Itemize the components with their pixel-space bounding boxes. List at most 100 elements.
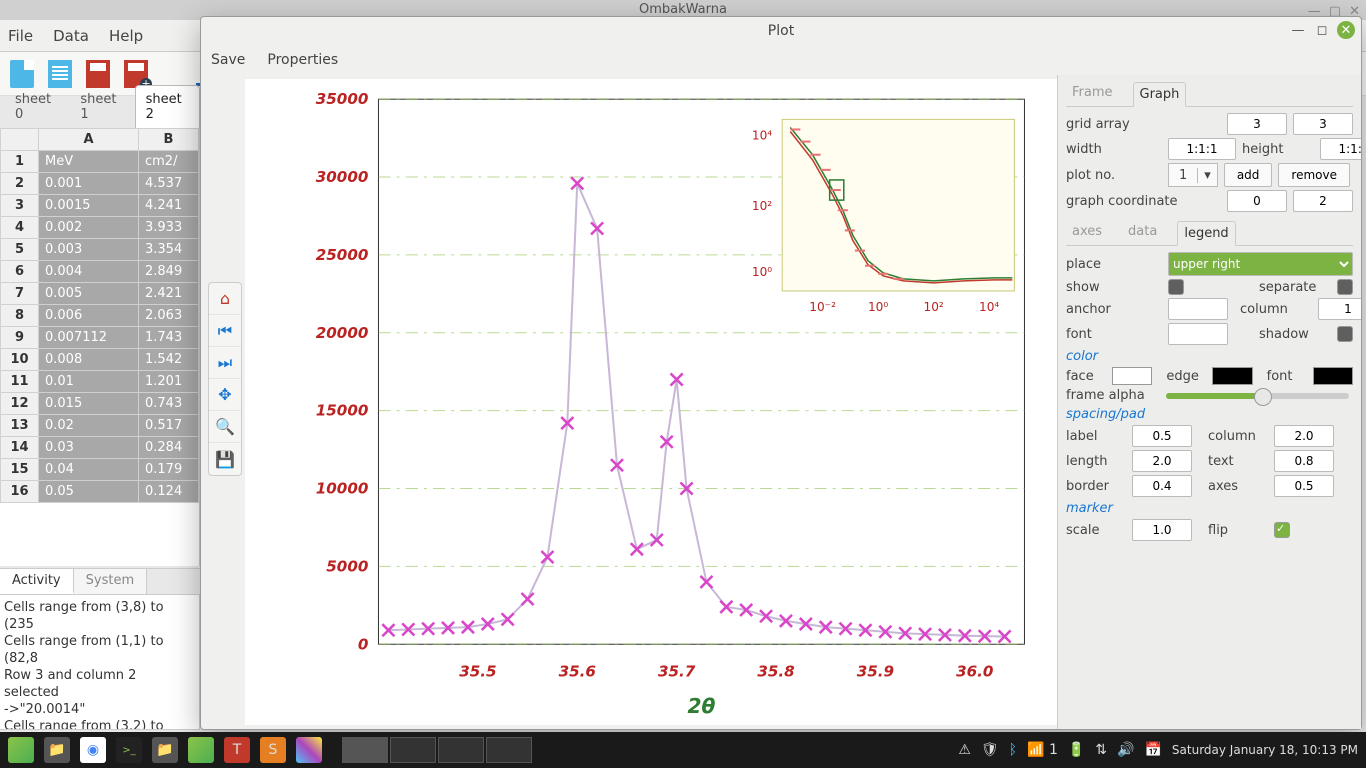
edge-color[interactable]: [1212, 367, 1252, 385]
row-header[interactable]: 2: [1, 173, 39, 195]
taskbar-mint-icon[interactable]: [188, 737, 214, 763]
sheet-tab-2[interactable]: sheet 2: [135, 85, 200, 128]
show-checkbox[interactable]: [1168, 279, 1184, 295]
save-icon[interactable]: [86, 60, 110, 88]
row-header[interactable]: 8: [1, 305, 39, 327]
anchor-input[interactable]: [1168, 298, 1228, 320]
axes-pad-input[interactable]: [1274, 475, 1334, 497]
row-header[interactable]: 6: [1, 261, 39, 283]
place-select[interactable]: upper right: [1168, 252, 1353, 276]
cell[interactable]: 0.01: [39, 371, 139, 393]
plot-menu-save[interactable]: Save: [211, 52, 245, 68]
plot-menu-properties[interactable]: Properties: [267, 52, 338, 68]
font-color[interactable]: [1313, 367, 1353, 385]
taskbar-clock[interactable]: Saturday January 18, 10:13 PM: [1172, 743, 1358, 757]
nav-zoom-icon[interactable]: 🔍: [209, 411, 241, 443]
spreadsheet[interactable]: AB 1MeVcm2/20.0014.53730.00154.24140.002…: [0, 128, 200, 566]
cell[interactable]: 0.003: [39, 239, 139, 261]
menu-help[interactable]: Help: [109, 27, 143, 45]
sheet-tab-1[interactable]: sheet 1: [69, 85, 134, 128]
cell[interactable]: 2.849: [139, 261, 199, 283]
row-header[interactable]: 12: [1, 393, 39, 415]
cell[interactable]: 0.03: [39, 437, 139, 459]
plot-window-titlebar[interactable]: Plot — ◻ ✕: [201, 17, 1361, 45]
taskbar-app1-icon[interactable]: T: [224, 737, 250, 763]
col-a-header[interactable]: A: [39, 129, 139, 151]
col-b-header[interactable]: B: [139, 129, 199, 151]
taskbar-browser-icon[interactable]: [80, 737, 106, 763]
tray-battery-icon[interactable]: 🔋: [1068, 742, 1085, 758]
cell[interactable]: 4.241: [139, 195, 199, 217]
sheet-tab-0[interactable]: sheet 0: [4, 85, 69, 128]
cell[interactable]: 4.537: [139, 173, 199, 195]
column-input[interactable]: [1318, 298, 1361, 320]
frame-alpha-slider[interactable]: [1166, 393, 1349, 399]
grid-cols-input[interactable]: [1293, 113, 1353, 135]
row-header[interactable]: 4: [1, 217, 39, 239]
cell[interactable]: 0.05: [39, 481, 139, 503]
open-file-icon[interactable]: [48, 60, 72, 88]
font-input[interactable]: [1168, 323, 1228, 345]
menu-file[interactable]: File: [8, 27, 33, 45]
cell[interactable]: MeV: [39, 151, 139, 173]
plot-canvas[interactable]: 05000100001500020000250003000035000 35.5…: [245, 79, 1057, 725]
new-file-icon[interactable]: [10, 60, 34, 88]
tray-shield-icon[interactable]: 🛡: [981, 742, 999, 758]
tab-legend[interactable]: legend: [1177, 221, 1235, 246]
tray-volume-icon[interactable]: 🔊: [1117, 742, 1134, 758]
width-input[interactable]: [1168, 138, 1236, 160]
tray-bluetooth-icon[interactable]: ᛒ: [1009, 742, 1017, 758]
cell[interactable]: 0.02: [39, 415, 139, 437]
row-header[interactable]: 5: [1, 239, 39, 261]
gc-row-input[interactable]: [1227, 190, 1287, 212]
face-color[interactable]: [1112, 367, 1152, 385]
cell[interactable]: 0.004: [39, 261, 139, 283]
nav-pan-icon[interactable]: ✥: [209, 379, 241, 411]
cell[interactable]: 2.421: [139, 283, 199, 305]
cell[interactable]: 0.001: [39, 173, 139, 195]
tab-activity[interactable]: Activity: [0, 569, 74, 594]
cell[interactable]: 1.542: [139, 349, 199, 371]
remove-button[interactable]: remove: [1278, 163, 1350, 187]
tab-graph[interactable]: Graph: [1133, 82, 1187, 107]
taskbar-folder2-icon[interactable]: [152, 737, 178, 763]
separate-checkbox[interactable]: [1337, 279, 1353, 295]
text-input[interactable]: [1274, 450, 1334, 472]
height-input[interactable]: [1320, 138, 1361, 160]
row-header[interactable]: 7: [1, 283, 39, 305]
cell[interactable]: 0.04: [39, 459, 139, 481]
cell[interactable]: 3.354: [139, 239, 199, 261]
flip-checkbox[interactable]: [1274, 522, 1290, 538]
workspace-switcher[interactable]: [342, 737, 532, 763]
row-header[interactable]: 14: [1, 437, 39, 459]
cell[interactable]: 0.002: [39, 217, 139, 239]
start-menu-icon[interactable]: [8, 737, 34, 763]
tray-calendar-icon[interactable]: 📅: [1144, 742, 1161, 758]
cell[interactable]: 0.124: [139, 481, 199, 503]
taskbar-sublime-icon[interactable]: S: [260, 737, 286, 763]
cell[interactable]: 0.284: [139, 437, 199, 459]
cell[interactable]: 0.006: [39, 305, 139, 327]
row-header[interactable]: 9: [1, 327, 39, 349]
row-header[interactable]: 10: [1, 349, 39, 371]
plot-close-icon[interactable]: ✕: [1337, 21, 1355, 39]
column2-input[interactable]: [1274, 425, 1334, 447]
cell[interactable]: cm2/: [139, 151, 199, 173]
row-header[interactable]: 15: [1, 459, 39, 481]
row-header[interactable]: 13: [1, 415, 39, 437]
taskbar-terminal-icon[interactable]: [116, 737, 142, 763]
cell[interactable]: 0.005: [39, 283, 139, 305]
nav-back-icon[interactable]: ⏮: [209, 315, 241, 347]
gc-col-input[interactable]: [1293, 190, 1353, 212]
cell[interactable]: 1.743: [139, 327, 199, 349]
length-input[interactable]: [1132, 450, 1192, 472]
cell[interactable]: 0.179: [139, 459, 199, 481]
plot-minimize-icon[interactable]: —: [1289, 21, 1307, 39]
plot-maximize-icon[interactable]: ◻: [1313, 21, 1331, 39]
border-input[interactable]: [1132, 475, 1192, 497]
cell[interactable]: 3.933: [139, 217, 199, 239]
plotno-dropdown[interactable]: 1▾: [1168, 163, 1218, 187]
cell[interactable]: 0.008: [39, 349, 139, 371]
tray-warning-icon[interactable]: ⚠: [958, 742, 971, 758]
cell[interactable]: 0.517: [139, 415, 199, 437]
